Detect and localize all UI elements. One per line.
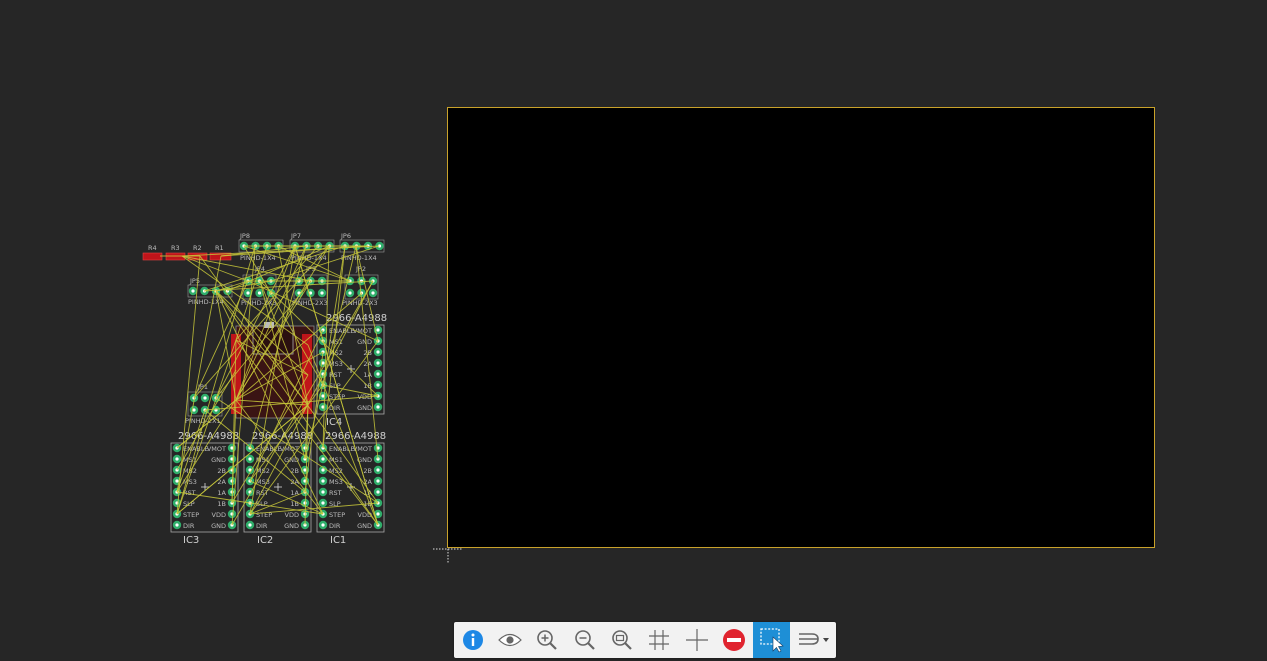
pin-label: RST xyxy=(329,489,342,497)
pin-label: DIR xyxy=(183,522,195,530)
pad-hole xyxy=(191,289,195,293)
stop-icon xyxy=(723,629,746,651)
pad-hole xyxy=(321,523,325,527)
pin-label: DIR xyxy=(256,522,268,530)
jp8-label: JP8 xyxy=(239,232,250,240)
pad-hole xyxy=(246,291,250,295)
driver-title: 2966-A4988 xyxy=(326,313,387,324)
zoom-in-icon xyxy=(537,630,558,650)
ic1-label: IC1 xyxy=(330,535,346,546)
resistor-label: R3 xyxy=(171,244,180,252)
crosshair-icon xyxy=(685,629,708,651)
pin-label: VDD xyxy=(212,511,226,519)
pad-hole xyxy=(348,291,352,295)
zoom-fit-button[interactable] xyxy=(603,622,640,658)
chevron-down-icon xyxy=(823,638,830,642)
pad-hole xyxy=(321,468,325,472)
airwire xyxy=(176,339,237,515)
pad-hole xyxy=(321,501,325,505)
grid-icon xyxy=(649,630,670,650)
pad-hole xyxy=(376,405,380,409)
pin-label: GND xyxy=(357,404,372,412)
select-button[interactable] xyxy=(752,622,791,658)
pad-hole xyxy=(376,468,380,472)
origin-button[interactable] xyxy=(678,622,715,658)
info-button[interactable] xyxy=(454,622,491,658)
resistor-label: R1 xyxy=(215,244,224,252)
route-icon xyxy=(799,633,830,645)
ic2-label: IC2 xyxy=(257,535,273,546)
pad-hole xyxy=(321,479,325,483)
pad-hole xyxy=(376,490,380,494)
pad-hole xyxy=(175,479,179,483)
pinhead-label: PINHD-2X3 xyxy=(241,299,277,307)
resistor-label: R2 xyxy=(193,244,202,252)
pad-hole xyxy=(248,523,252,527)
route-button[interactable] xyxy=(790,622,836,658)
pad-hole xyxy=(175,457,179,461)
pin-label: GND xyxy=(211,456,226,464)
pin-label: 1B xyxy=(217,500,226,508)
pad-hole xyxy=(248,457,252,461)
pad-hole xyxy=(321,490,325,494)
zoom-fit-icon xyxy=(612,630,632,650)
stop-button[interactable] xyxy=(716,622,753,658)
pad-hole xyxy=(175,523,179,527)
pad-hole xyxy=(371,291,375,295)
zoom-out-icon xyxy=(574,630,595,650)
pin-label: STEP xyxy=(183,511,199,519)
eye-icon xyxy=(498,633,522,647)
driver-title: 2966-A4988 xyxy=(325,431,386,442)
driver-module-ic3[interactable]: ENABLEVMOTMS1GNDMS22BMS32ARST1ASLP1BSTEP… xyxy=(170,442,239,533)
jp7-label: JP7 xyxy=(290,232,301,240)
select-icon xyxy=(759,628,784,653)
pinhead-label: PINHD-1X4 xyxy=(240,254,276,262)
pad-hole xyxy=(376,372,380,376)
pin-label: STEP xyxy=(329,511,345,519)
pin-label: GND xyxy=(357,338,372,346)
ic3-label: IC3 xyxy=(183,535,199,546)
grid-button[interactable] xyxy=(641,622,678,658)
board-outline[interactable] xyxy=(447,107,1155,548)
airwire xyxy=(249,480,324,515)
jp6-label: JP6 xyxy=(340,232,351,240)
pad-hole xyxy=(376,328,380,332)
pin-label: ENABLE xyxy=(329,445,355,453)
pad-hole xyxy=(257,291,262,295)
pin-label: 1A xyxy=(363,371,372,379)
info-icon xyxy=(462,630,483,650)
pad-hole xyxy=(376,479,380,483)
pad-hole xyxy=(203,396,207,400)
pin-label: GND xyxy=(357,522,372,530)
pad-hole xyxy=(320,291,324,295)
pad-hole xyxy=(303,501,307,505)
pin-label: 2B xyxy=(290,467,299,475)
visibility-button[interactable] xyxy=(491,622,528,658)
pin-label: VDD xyxy=(285,511,299,519)
pin-label: VMOT xyxy=(207,445,226,453)
pad-hole xyxy=(376,383,380,387)
pin-label: GND xyxy=(284,522,299,530)
pin-label: 2B xyxy=(363,467,372,475)
pad-hole xyxy=(376,512,380,516)
resistor-label: R4 xyxy=(148,244,157,252)
bottom-toolbar xyxy=(454,622,836,658)
pin-label: 1A xyxy=(217,489,226,497)
pad-hole xyxy=(321,457,325,461)
pin-label: DIR xyxy=(329,522,341,530)
zoom-in-button[interactable] xyxy=(529,622,566,658)
zoom-out-button[interactable] xyxy=(566,622,603,658)
pad-hole xyxy=(376,361,380,365)
pin-label: GND xyxy=(211,522,226,530)
pin-label: SLP xyxy=(329,382,341,390)
pad-hole xyxy=(376,350,380,354)
